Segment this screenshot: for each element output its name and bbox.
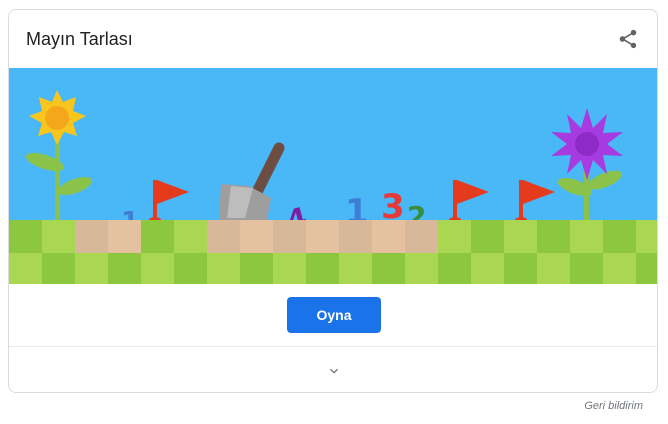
grass-tile (174, 220, 208, 254)
grass-tile (471, 220, 505, 254)
dirt-tile (240, 220, 274, 254)
dirt-tile (108, 220, 142, 254)
grass-tile (603, 220, 637, 254)
grass-tile (306, 253, 340, 284)
dirt-tile (75, 220, 109, 254)
grass-tile (603, 253, 637, 284)
grass-tile (9, 253, 43, 284)
grass-tile (339, 253, 373, 284)
feedback-link[interactable]: Geri bildirim (584, 400, 643, 412)
grass-tile (537, 253, 571, 284)
grass-tile (174, 253, 208, 284)
grass-tile (438, 253, 472, 284)
grass-tile (42, 253, 76, 284)
grass-tile (273, 253, 307, 284)
grass-tile (240, 253, 274, 284)
grass-tile (9, 220, 43, 254)
grass-tile (504, 220, 538, 254)
expand-button[interactable] (322, 359, 346, 383)
share-button[interactable] (613, 24, 643, 54)
grass-tile (471, 253, 505, 284)
grass-tile (504, 253, 538, 284)
grass-tile (570, 220, 604, 254)
grass-tile (108, 253, 142, 284)
share-icon (619, 29, 637, 49)
dirt-tile (207, 220, 241, 254)
card-header: Mayın Tarlası (9, 10, 657, 68)
dirt-tile (339, 220, 373, 254)
play-button[interactable]: Oyna (287, 297, 381, 333)
minesweeper-card: Mayın Tarlası 1 4 1 3 2 (8, 9, 658, 393)
divider (9, 346, 657, 347)
grass-tile (405, 253, 439, 284)
grass-tile (636, 253, 657, 284)
dirt-tile (405, 220, 439, 254)
dirt-tile (306, 220, 340, 254)
card-title: Mayın Tarlası (26, 29, 133, 49)
grass-tile (42, 220, 76, 254)
play-area: Oyna (9, 284, 657, 346)
chevron-down-icon (330, 368, 338, 374)
grass-tile (372, 253, 406, 284)
grass-tile (537, 220, 571, 254)
grass-tile (570, 253, 604, 284)
grass-tile (75, 253, 109, 284)
field-tiles (9, 220, 657, 284)
grass-tile (636, 220, 657, 254)
minesweeper-banner[interactable]: 1 4 1 3 2 (9, 68, 657, 284)
dirt-tile (273, 220, 307, 254)
grass-tile (207, 253, 241, 284)
grass-tile (141, 253, 175, 284)
dirt-tile (372, 220, 406, 254)
grass-tile (438, 220, 472, 254)
grass-tile (141, 220, 175, 254)
